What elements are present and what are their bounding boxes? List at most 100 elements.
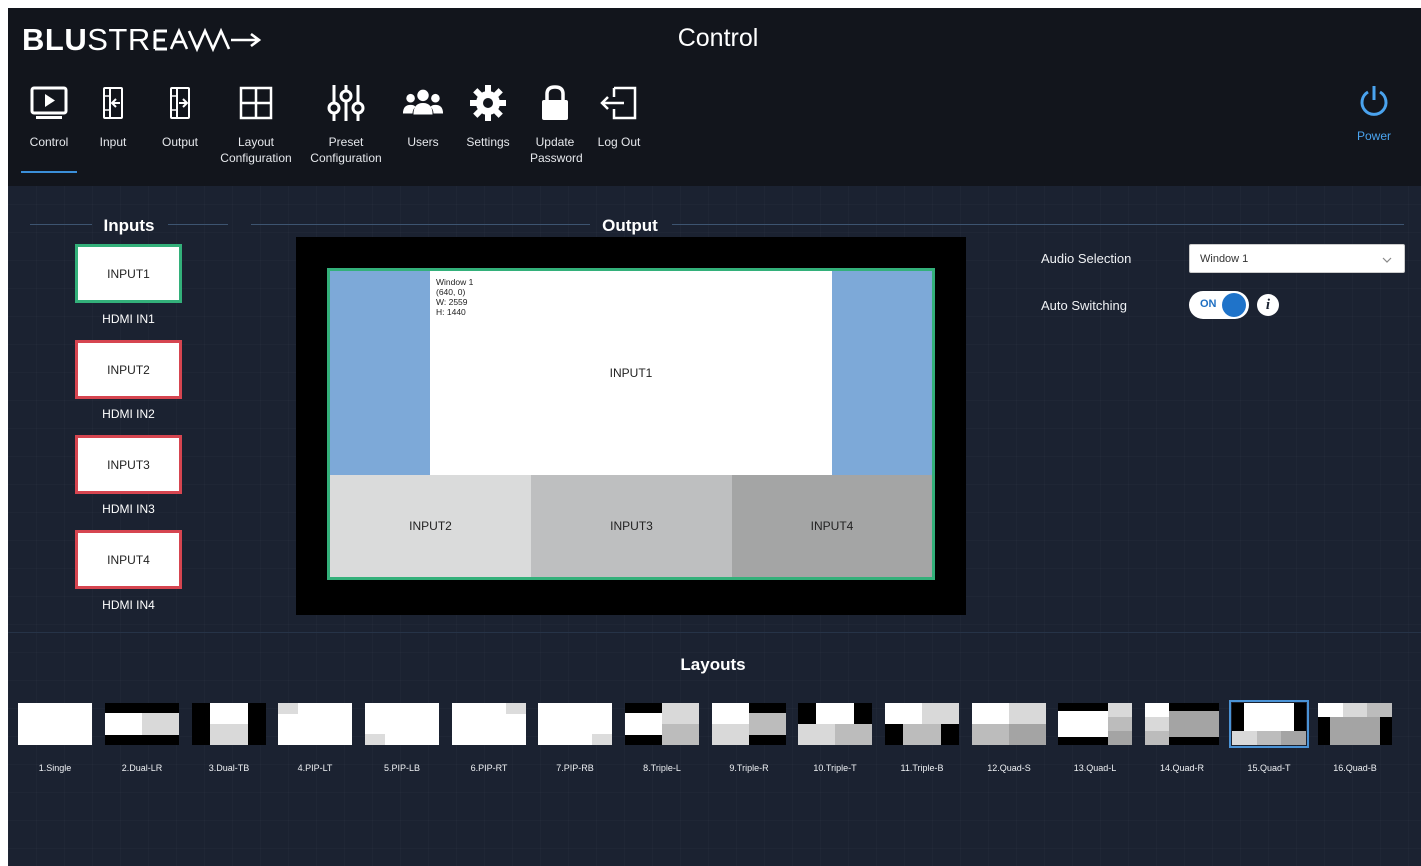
nav-log-out[interactable]: Log Out [594, 80, 644, 150]
layout-thumb [798, 703, 872, 745]
input-icon [93, 80, 133, 126]
sliders-icon [306, 80, 386, 126]
logo-bold-text: BLU [22, 22, 88, 57]
layout-name: 7.PIP-RB [556, 763, 594, 773]
output-heading: Output [602, 216, 658, 235]
input-tile-2[interactable]: INPUT2 [75, 340, 182, 399]
inputs-heading: Inputs [103, 216, 155, 235]
window-4[interactable]: INPUT4 [732, 475, 932, 577]
nav-settings-label: Settings [466, 135, 510, 149]
power-label: Power [1356, 129, 1391, 143]
window-1-height: H: 1440 [436, 307, 466, 317]
logout-icon [594, 80, 644, 126]
layout-name: 12.Quad-S [987, 763, 1031, 773]
layout-name: 2.Dual-LR [121, 763, 163, 773]
layouts-heading: Layouts [680, 655, 746, 674]
layout-thumb [712, 703, 786, 745]
window-3-label: INPUT3 [610, 519, 653, 533]
top-bar: BLU STR Control Control Input Output Lay… [8, 8, 1421, 186]
audio-selection-value: Window 1 [1200, 252, 1249, 265]
input-tile-3[interactable]: INPUT3 [75, 435, 182, 494]
output-canvas: Window 1 (640, 0) W: 2559 H: 1440 INPUT1… [327, 268, 935, 580]
window-2[interactable]: INPUT2 [330, 475, 531, 577]
nav-input-label: Input [99, 135, 127, 149]
power-button[interactable]: Power [1354, 84, 1394, 143]
nav-preset-configuration[interactable]: Preset Configuration [306, 80, 386, 166]
lock-icon [530, 80, 580, 126]
layout-thumb [18, 703, 92, 745]
layout-thumb [1145, 703, 1219, 745]
auto-switching-label: Auto Switching [1041, 298, 1127, 313]
layout-name: 1.Single [38, 763, 72, 773]
window-4-label: INPUT4 [810, 519, 854, 533]
grid-icon [218, 80, 294, 126]
window-1-label: INPUT1 [609, 366, 653, 380]
logo-wave-arrow [153, 27, 261, 53]
nav-layout-configuration[interactable]: Layout Configuration [218, 80, 294, 166]
inputs-rule-right [168, 224, 228, 225]
layout-thumb [105, 703, 179, 745]
audio-selection-label: Audio Selection [1041, 251, 1132, 266]
input-tile-4[interactable]: INPUT4 [75, 530, 182, 589]
info-icon[interactable]: i [1257, 294, 1279, 316]
layout-name: 3.Dual-TB [208, 763, 250, 773]
nav-control[interactable]: Control [21, 80, 77, 173]
nav-input[interactable]: Input [93, 80, 133, 150]
layout-name: 14.Quad-R [1159, 763, 1205, 773]
nav-update-password[interactable]: Update Password [530, 80, 583, 166]
auto-switching-toggle[interactable]: ON [1189, 291, 1249, 319]
layout-thumb [452, 703, 526, 745]
nav-output[interactable]: Output [157, 80, 203, 150]
layout-thumb [972, 703, 1046, 745]
input-name-2: HDMI IN2 [102, 407, 155, 421]
window-3[interactable]: INPUT3 [531, 475, 732, 577]
nav-users-label: Users [407, 135, 439, 149]
app-window: BLU STR Control Control Input Output Lay… [8, 8, 1421, 866]
layout-thumb [538, 703, 612, 745]
input-tile-1[interactable]: INPUT1 [75, 244, 182, 303]
input-name-1: HDMI IN1 [102, 312, 155, 326]
layout-thumb [365, 703, 439, 745]
layout-name: 10.Triple-T [813, 763, 857, 773]
layout-name: 9.Triple-R [729, 763, 769, 773]
layout-thumb [885, 703, 959, 745]
layout-name: 5.PIP-LB [383, 763, 421, 773]
layout-thumb [192, 703, 266, 745]
layout-name: 11.Triple-B [900, 763, 944, 773]
layouts-divider [8, 632, 1421, 633]
nav-users[interactable]: Users [402, 80, 444, 150]
monitor-play-icon [21, 80, 77, 126]
window-1-width: W: 2559 [436, 297, 468, 307]
output-rule-right [672, 224, 1404, 225]
window-1[interactable]: Window 1 (640, 0) W: 2559 H: 1440 INPUT1 [430, 271, 832, 475]
chevron-down-icon [1382, 254, 1392, 266]
output-rule-left [251, 224, 590, 225]
layout-name: 15.Quad-T [1247, 763, 1291, 773]
layout-name: 16.Quad-B [1333, 763, 1377, 773]
logo-light-text: STR [87, 22, 151, 57]
input-name-4: HDMI IN4 [102, 598, 155, 612]
nav-password-label: Update Password [530, 135, 583, 165]
output-icon [157, 80, 203, 126]
window-1-info: Window 1 (640, 0) W: 2559 H: 1440 [436, 277, 473, 317]
layout-thumb [1229, 700, 1309, 748]
users-icon [402, 80, 444, 126]
window-1-position: (640, 0) [436, 287, 466, 297]
audio-selection-dropdown[interactable]: Window 1 [1189, 244, 1405, 273]
nav-settings[interactable]: Settings [462, 80, 514, 150]
power-icon [1354, 84, 1394, 123]
layout-name: 6.PIP-RT [470, 763, 508, 773]
page-title: Control [677, 24, 759, 52]
nav-logout-label: Log Out [597, 135, 641, 149]
layout-thumb [1058, 703, 1132, 745]
toggle-knob [1222, 293, 1246, 317]
window-2-label: INPUT2 [409, 519, 452, 533]
toggle-state-text: ON [1200, 298, 1217, 310]
nav-preset-label: Preset Configuration [310, 135, 382, 165]
gear-icon [462, 80, 514, 126]
layout-name: 13.Quad-L [1073, 763, 1117, 773]
layout-name: 8.Triple-L [643, 763, 681, 773]
window-1-title: Window 1 [436, 277, 474, 287]
nav-layout-label: Layout Configuration [220, 135, 292, 165]
layout-name: 4.PIP-LT [297, 763, 333, 773]
